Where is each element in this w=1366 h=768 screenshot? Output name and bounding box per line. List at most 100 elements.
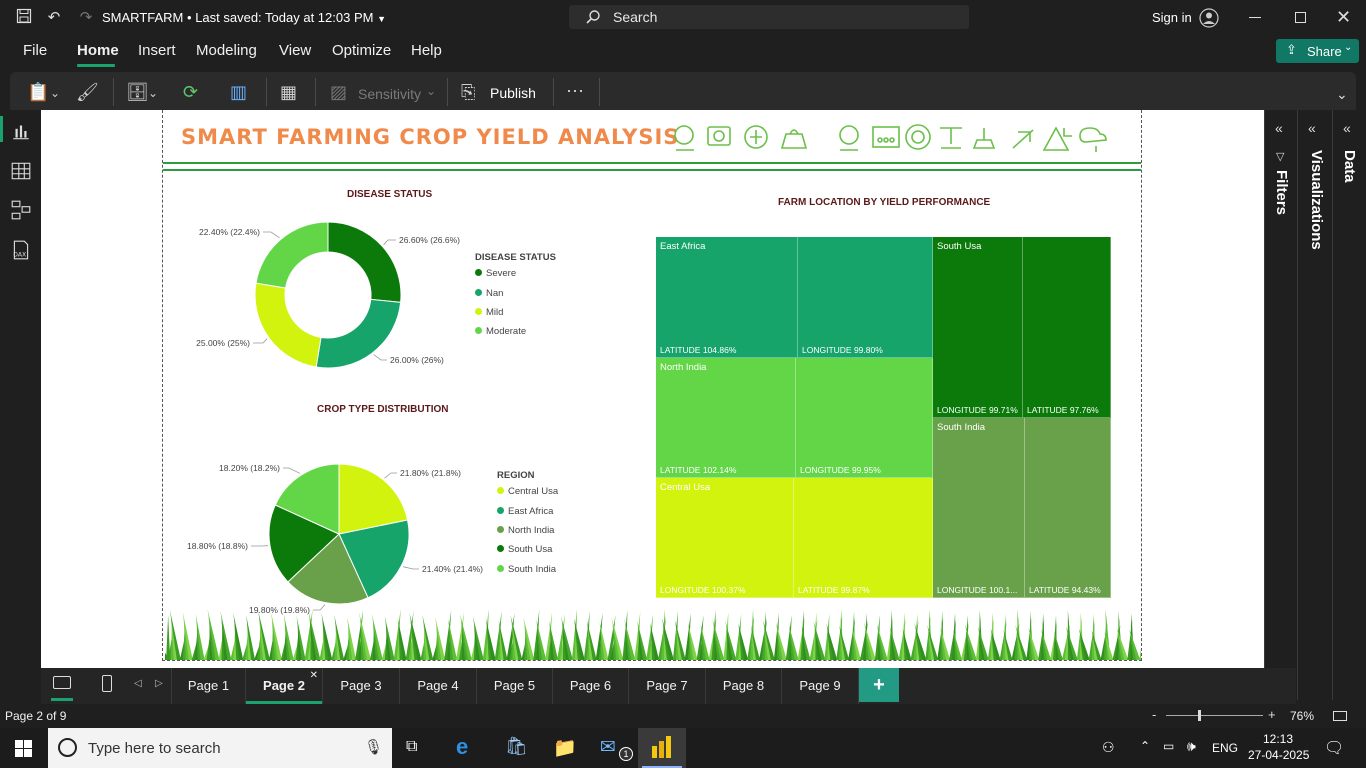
notifications-icon[interactable]: 🗨 [1324, 738, 1344, 758]
windows-start-icon[interactable] [15, 740, 32, 757]
next-page-icon[interactable]: ▷ [155, 678, 163, 689]
get-data-icon[interactable]: 🗄 [126, 82, 149, 103]
sensitivity-chevron-icon[interactable]: ⌄ [426, 84, 436, 98]
sensitivity-icon[interactable]: ▨ [330, 82, 347, 103]
menu-view[interactable]: View [279, 42, 311, 59]
show-hidden-icons-icon[interactable]: ⌃ [1140, 739, 1150, 753]
model-view-icon[interactable] [10, 199, 32, 221]
treemap-cell-central-usa-longitude[interactable]: Central Usa LONGITUDE 100.37% [656, 478, 794, 598]
expand-visualizations-icon[interactable]: « [1308, 120, 1316, 136]
zoom-slider-thumb[interactable] [1198, 710, 1201, 721]
get-data-chevron-icon[interactable]: ⌄ [148, 86, 158, 100]
redo-icon[interactable]: ↷ [76, 8, 96, 28]
battery-icon[interactable]: ▭ [1163, 739, 1174, 753]
zoom-in-icon[interactable]: + [1268, 707, 1276, 722]
crop-type-pie-chart[interactable]: 21.80% (21.8%)21.40% (21.4%)19.80% (19.8… [163, 440, 643, 615]
treemap-cell-north-india-longitude[interactable]: LONGITUDE 99.95% [796, 358, 933, 478]
format-painter-icon[interactable]: 🖌 [76, 82, 99, 103]
clock-time[interactable]: 12:13 [1263, 732, 1293, 746]
menu-optimize[interactable]: Optimize [332, 42, 391, 59]
add-page-button[interactable]: + [859, 668, 899, 702]
menu-modeling[interactable]: Modeling [196, 42, 257, 59]
close-page-icon[interactable]: ✕ [310, 658, 318, 694]
treemap-cell-south-india-longitude[interactable]: South India LONGITUDE 100.1... [933, 418, 1025, 598]
fit-to-page-icon[interactable] [1333, 711, 1347, 721]
page-tab-7[interactable]: Page 7 [629, 668, 706, 704]
mail-app-icon[interactable]: ✉ 1 [600, 736, 633, 762]
page-tab-9[interactable]: Page 9 [782, 668, 859, 704]
edge-browser-icon[interactable]: e [456, 734, 468, 760]
search-box[interactable]: Search [569, 5, 969, 29]
publish-icon[interactable]: ⎘ [461, 82, 475, 103]
page-tab-6[interactable]: Page 6 [553, 668, 629, 704]
visualizations-pane-collapsed[interactable]: « Visualizations [1297, 110, 1332, 700]
legend-item-nan[interactable]: Nan [475, 288, 503, 299]
page-tab-1[interactable]: Page 1 [171, 668, 246, 704]
paste-icon[interactable]: 📋 [27, 82, 49, 103]
treemap-cell-south-usa-latitude[interactable]: LATITUDE 97.76% [1023, 237, 1111, 418]
maximize-button[interactable] [1295, 12, 1306, 23]
zoom-out-icon[interactable]: - [1152, 707, 1156, 722]
microsoft-store-icon[interactable]: 🛍 [505, 736, 528, 757]
page-tab-3[interactable]: Page 3 [323, 668, 400, 704]
page-tab-5[interactable]: Page 5 [477, 668, 553, 704]
legend-item-south-usa[interactable]: South Usa [497, 544, 552, 555]
page-tab-2[interactable]: Page 2 ✕ [246, 668, 323, 704]
expand-data-icon[interactable]: « [1343, 120, 1351, 136]
slice-mild[interactable] [254, 282, 322, 368]
legend-item-severe[interactable]: Severe [475, 268, 516, 279]
menu-file[interactable]: File [23, 42, 47, 59]
treemap-cell-east-africa-latitude[interactable]: East Africa LATITUDE 104.86% [656, 237, 798, 358]
microphone-icon[interactable]: 🎙 [364, 738, 383, 756]
desktop-layout-icon[interactable] [53, 676, 71, 689]
farm-location-treemap[interactable]: East Africa LATITUDE 104.86% LONGITUDE 9… [656, 237, 1111, 598]
language-indicator[interactable]: ENG [1212, 741, 1238, 755]
share-button[interactable]: ⇪ Share ⌄ [1276, 39, 1359, 63]
paste-chevron-icon[interactable]: ⌄ [50, 86, 60, 100]
legend-item-south-india[interactable]: South India [497, 564, 556, 575]
sensitivity-label[interactable]: Sensitivity [358, 86, 421, 102]
treemap-cell-south-india-latitude[interactable]: LATITUDE 94.43% [1025, 418, 1111, 598]
filters-pane-collapsed[interactable]: « ▽ Filters [1264, 110, 1297, 668]
calculator-icon[interactable]: ▦ [280, 82, 297, 103]
close-icon[interactable]: ✕ [1336, 7, 1351, 28]
expand-filters-icon[interactable]: « [1275, 120, 1283, 136]
zoom-level[interactable]: 76% [1290, 709, 1314, 723]
more-options-button[interactable]: ··· [566, 80, 584, 101]
report-canvas[interactable]: SMART FARMING CROP YIELD ANALYSIS DISEAS… [41, 110, 1264, 668]
menu-home[interactable]: Home [77, 42, 119, 59]
document-title[interactable]: SMARTFARM • Last saved: Today at 12:03 P… [102, 10, 386, 25]
report-view-icon[interactable] [10, 120, 32, 142]
legend-item-central-usa[interactable]: Central Usa [497, 486, 558, 497]
undo-icon[interactable]: ↶ [44, 8, 64, 28]
file-explorer-icon[interactable]: 📁 [553, 736, 577, 760]
legend-item-east-africa[interactable]: East Africa [497, 506, 553, 517]
page-tab-4[interactable]: Page 4 [400, 668, 477, 704]
publish-button[interactable]: Publish [490, 85, 536, 101]
save-icon[interactable] [14, 8, 34, 28]
clock-date[interactable]: 27-04-2025 [1248, 748, 1309, 762]
legend-item-north-india[interactable]: North India [497, 525, 554, 536]
task-view-icon[interactable]: ⧉ [406, 738, 417, 756]
mobile-layout-icon[interactable] [102, 675, 112, 692]
treemap-cell-central-usa-latitude[interactable]: LATITUDE 99.87% [794, 478, 933, 598]
table-view-icon[interactable] [10, 160, 32, 182]
legend-item-mild[interactable]: Mild [475, 307, 503, 318]
zoom-slider[interactable] [1166, 710, 1263, 721]
treemap-cell-east-africa-longitude[interactable]: LONGITUDE 99.80% [798, 237, 933, 358]
previous-page-icon[interactable]: ◁ [134, 678, 142, 689]
sign-in-button[interactable]: Sign in [1152, 10, 1192, 25]
data-pane-collapsed[interactable]: « Data [1332, 110, 1366, 700]
people-icon[interactable]: ⚇ [1102, 739, 1115, 756]
slice-nan[interactable] [315, 298, 402, 369]
menu-help[interactable]: Help [411, 42, 442, 59]
avatar-icon[interactable] [1199, 8, 1219, 28]
collapse-ribbon-icon[interactable]: ⌄ [1336, 86, 1348, 103]
treemap-cell-south-usa-longitude[interactable]: South Usa LONGITUDE 99.71% [933, 237, 1023, 418]
power-bi-taskbar-icon[interactable] [638, 728, 686, 768]
page-tab-8[interactable]: Page 8 [706, 668, 782, 704]
disease-status-donut-chart[interactable]: 26.60% (26.6%) 26.00% (26%) 25.00% (25%) 22… [163, 205, 643, 385]
minimize-button[interactable] [1249, 17, 1261, 18]
new-visual-icon[interactable]: ▥ [230, 82, 247, 103]
taskbar-search-box[interactable]: Type here to search 🎙 [48, 728, 392, 768]
